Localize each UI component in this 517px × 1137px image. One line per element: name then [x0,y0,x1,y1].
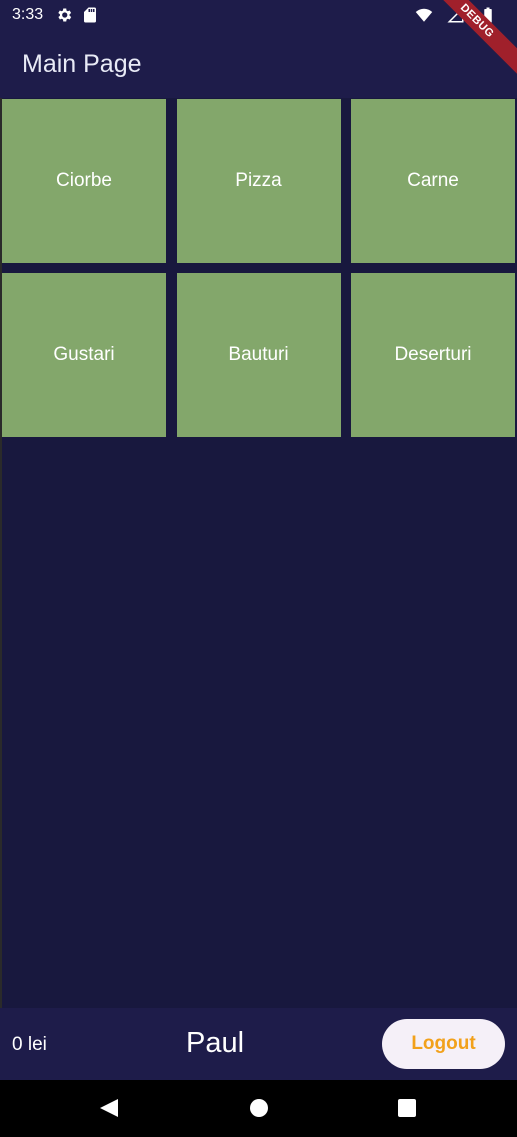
status-bar: 3:33 [0,0,517,30]
category-tile-pizza[interactable]: Pizza [176,99,341,263]
category-tile-carne[interactable]: Carne [351,99,515,263]
category-tile-deserturi[interactable]: Deserturi [351,273,515,437]
back-icon[interactable] [98,1097,120,1119]
category-label: Carne [407,170,459,191]
category-tile-bauturi[interactable]: Bauturi [176,273,341,437]
recents-icon[interactable] [396,1097,418,1119]
category-label: Pizza [235,170,282,191]
page-title: Main Page [22,49,142,78]
category-label: Ciorbe [56,170,112,191]
system-nav-bar [0,1080,517,1137]
home-icon[interactable] [248,1097,270,1119]
category-label: Bauturi [228,344,289,365]
wifi-icon [415,6,433,24]
username: Paul [186,1027,245,1059]
status-time: 3:33 [12,6,44,23]
logout-button[interactable]: Logout [382,1019,505,1069]
category-tile-ciorbe[interactable]: Ciorbe [2,99,166,263]
category-label: Gustari [53,344,115,365]
gear-icon [55,6,73,24]
sd-card-icon [81,6,99,24]
bottom-bar: 0 lei Paul Logout [0,1008,517,1080]
app-bar: Main Page [0,30,517,98]
category-grid: Ciorbe Pizza Carne Gustari Bauturi Deser… [2,99,515,437]
category-label: Deserturi [394,344,472,365]
category-tile-gustari[interactable]: Gustari [2,273,166,437]
balance-text: 0 lei [12,1034,47,1055]
